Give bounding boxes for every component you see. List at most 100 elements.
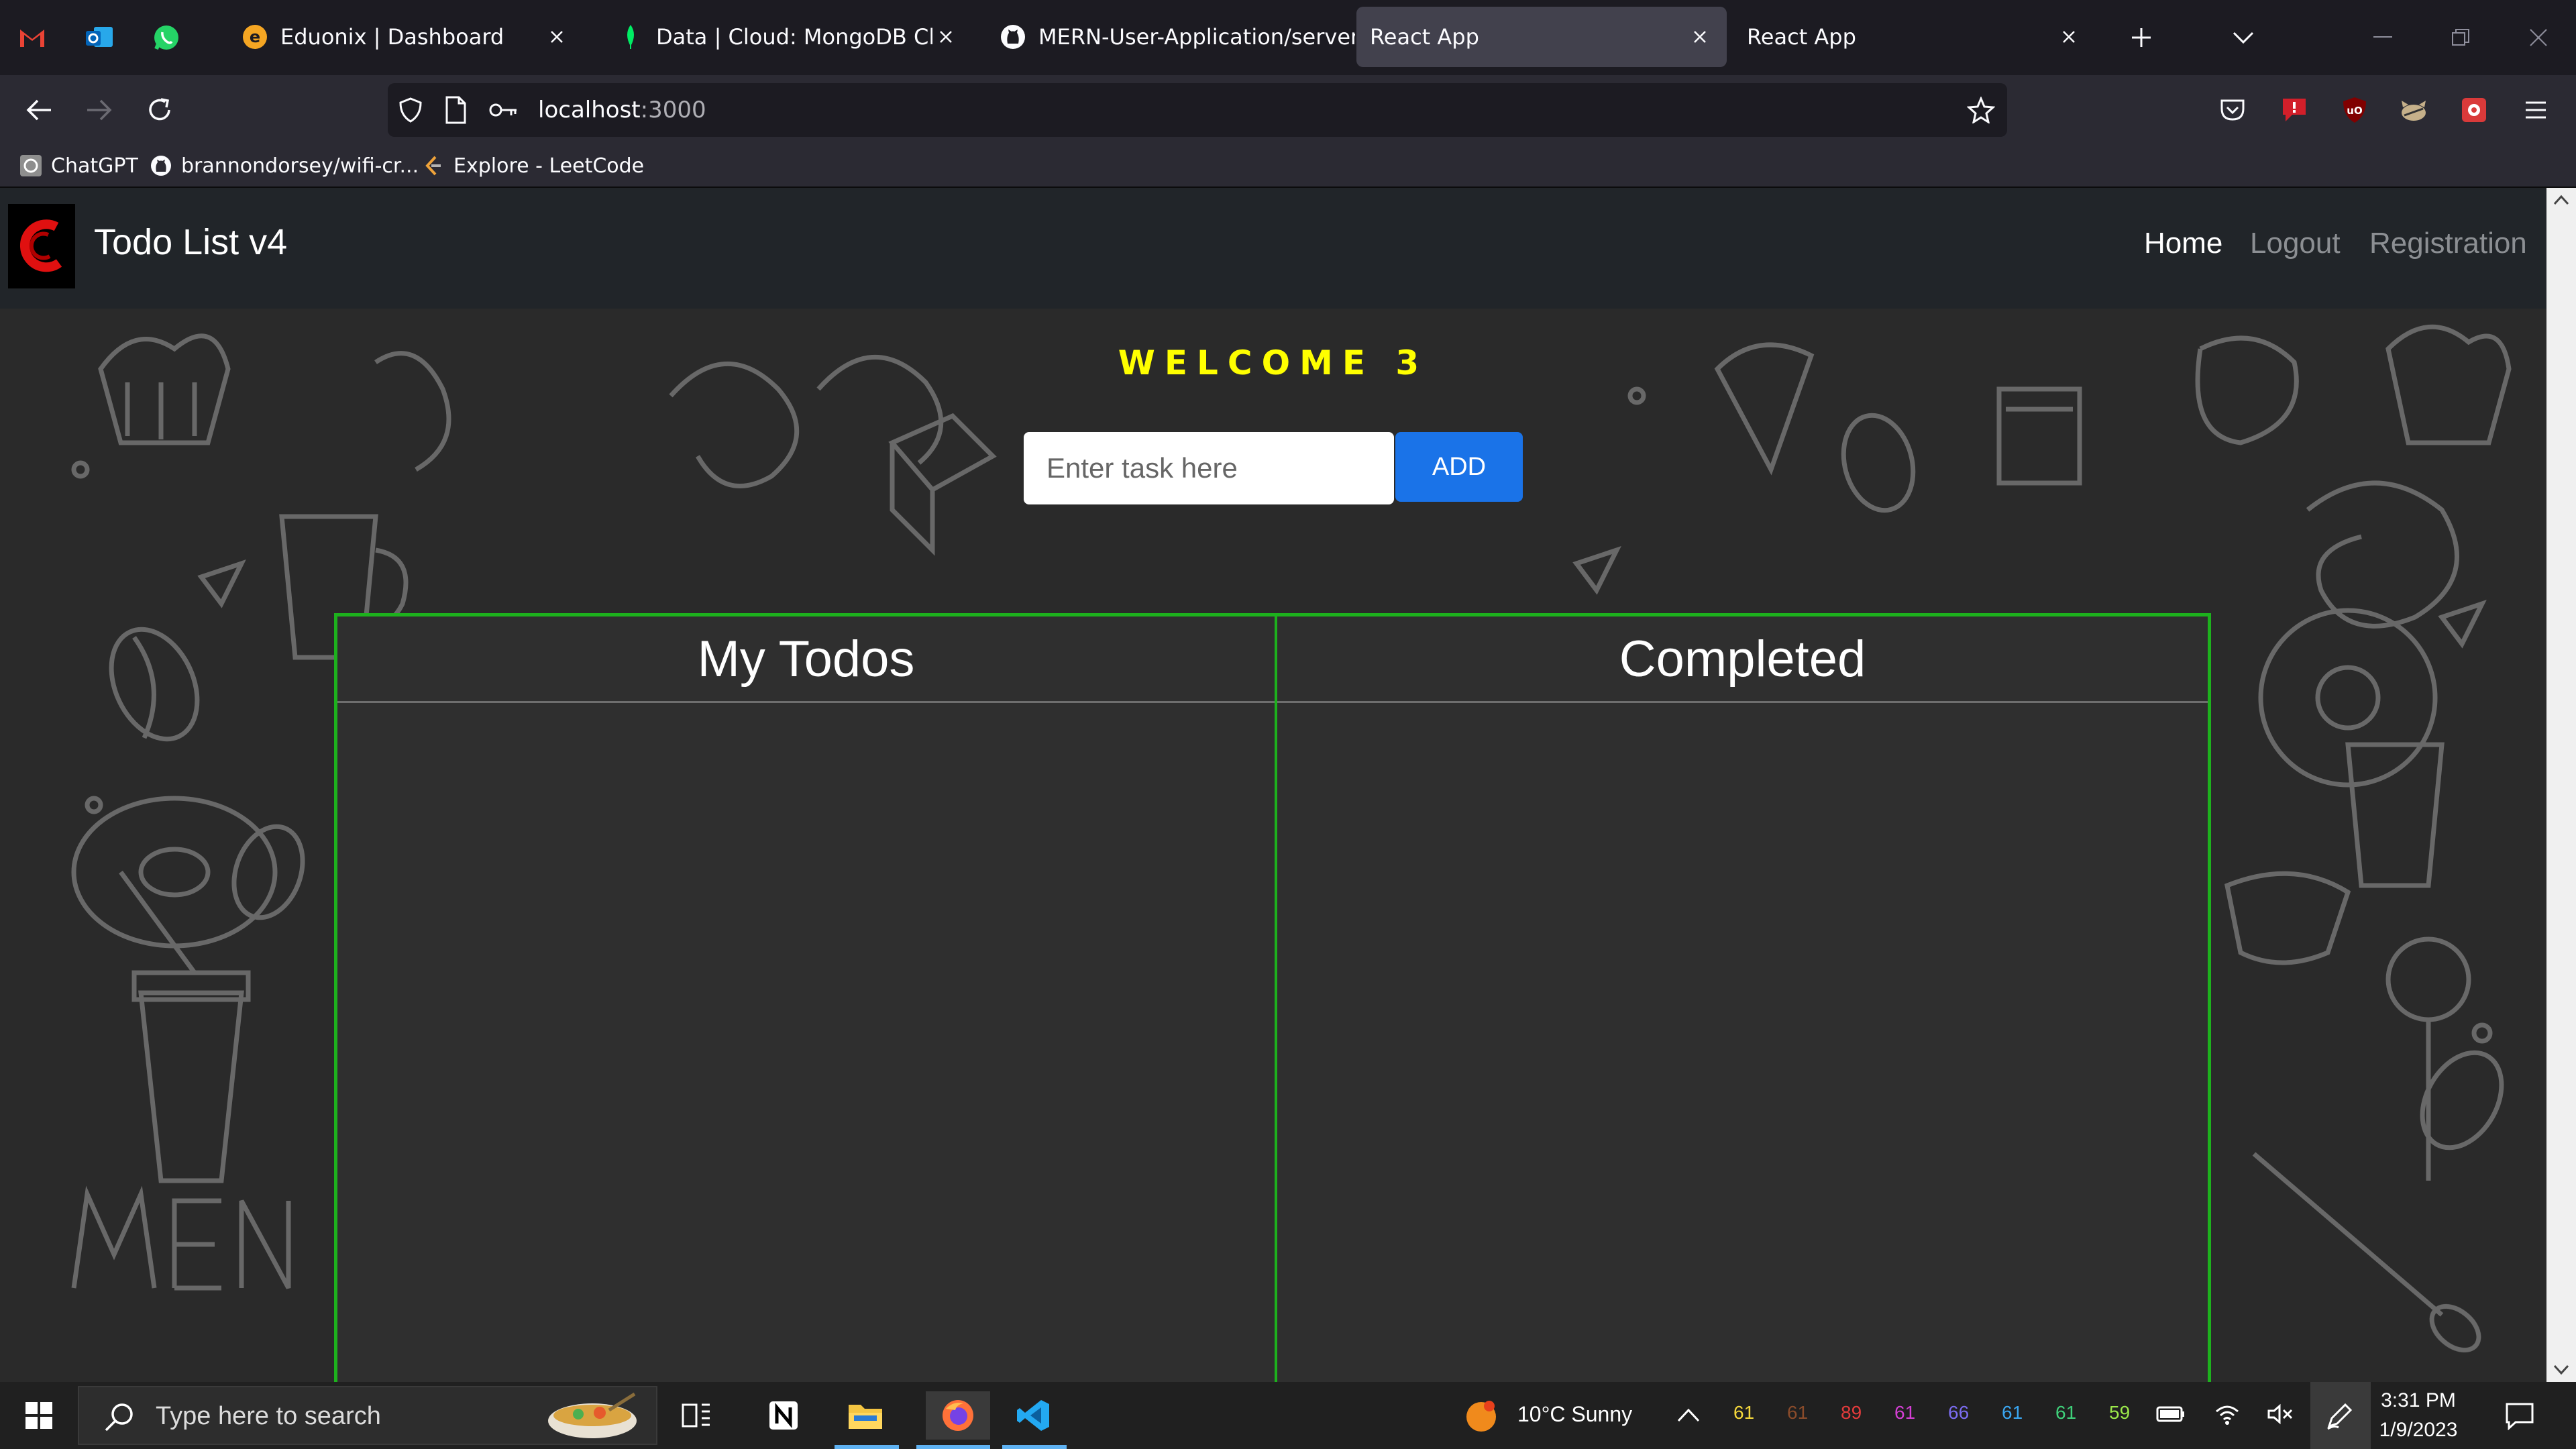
notifications-icon[interactable] [2505,1402,2534,1430]
search-placeholder: Type here to search [156,1402,381,1430]
firefox-taskbar-button[interactable] [926,1391,990,1440]
close-window-button[interactable] [2520,19,2557,56]
forward-button[interactable] [80,91,118,129]
new-tab-button[interactable] [2123,19,2160,56]
url-text: localhost:3000 [538,97,706,123]
extension-red-icon [2283,99,2306,121]
close-tab-icon[interactable] [1686,23,1713,50]
task-input[interactable] [1024,432,1394,504]
windows-logo-icon [25,1402,52,1429]
ublock-origin-icon: uO [2343,97,2366,123]
tray-number: 61 [1733,1402,1755,1423]
back-button[interactable] [20,91,58,129]
pocket-button[interactable] [2214,91,2251,129]
sunny-weather-icon [1466,1401,1496,1432]
close-tab-icon[interactable] [2055,23,2082,50]
scroll-down-icon[interactable] [2553,1364,2569,1375]
todo-board: My Todos Completed [334,613,2211,1382]
restore-button[interactable] [2442,19,2479,56]
battery-icon[interactable] [2156,1403,2186,1425]
bookmark-leetcode[interactable]: Explore - LeetCode [421,152,644,180]
chatgpt-icon [19,154,43,178]
brand-logo[interactable] [8,204,75,288]
logo-icon [20,219,62,272]
task-view-icon [682,1403,710,1428]
gmail-icon [20,30,44,47]
completed-column: Completed [1277,616,2208,1382]
notion-icon [769,1401,798,1430]
vscode-taskbar-button[interactable] [1009,1391,1057,1440]
scroll-up-icon[interactable] [2553,195,2569,205]
leetcode-icon [421,154,445,178]
extension-button[interactable] [2275,91,2313,129]
notion-taskbar-button[interactable] [759,1391,808,1440]
ublock-button[interactable]: uO [2336,91,2373,129]
add-task-button[interactable]: ADD [1395,432,1523,502]
tab-react-app-active[interactable]: React App [1356,7,1727,67]
outlook-icon [86,27,113,47]
firefox-icon [943,1400,973,1431]
tab-react-app[interactable]: React App [1733,7,2096,67]
extension-puzzle-button[interactable] [2455,91,2493,129]
close-tab-icon[interactable] [932,23,959,50]
app-navbar: Todo List v4 Home Logout Registration [0,188,2546,309]
chevron-up-icon[interactable] [1677,1407,1700,1422]
file-explorer-taskbar-button[interactable] [841,1391,890,1440]
tab-eduonix[interactable]: e Eduonix | Dashboard [221,7,584,67]
active-indicator [916,1445,990,1449]
task-view-button[interactable] [672,1391,720,1440]
back-arrow-icon [26,99,51,121]
close-tab-icon[interactable] [543,23,570,50]
nav-home-link[interactable]: Home [2144,227,2222,260]
svg-text:e: e [250,28,260,46]
bookmark-label: brannondorsey/wifi-cr... [181,154,419,178]
tray-number: 59 [2109,1402,2131,1423]
github-icon [149,154,173,178]
star-icon[interactable] [1967,97,1995,123]
start-button[interactable] [15,1391,63,1440]
nav-logout-link[interactable]: Logout [2250,227,2341,260]
page-viewport: Todo List v4 Home Logout Registration WE… [0,188,2546,1382]
tray-number: 61 [2002,1402,2023,1423]
vscode-icon [1017,1400,1049,1431]
url-host: localhost [538,97,641,123]
tab-title: MERN-User-Application/server [1038,24,1355,50]
wifi-icon[interactable] [2214,1402,2241,1426]
tray-number: 61 [2055,1402,2077,1423]
restore-icon [2452,29,2469,46]
outlook-pinned-tab[interactable] [80,19,118,56]
bookmark-chatgpt[interactable]: ChatGPT [19,152,138,180]
reload-button[interactable] [141,91,178,129]
forward-arrow-icon [87,99,112,121]
tray-number: 61 [1787,1402,1809,1423]
active-indicator [835,1445,899,1449]
search-highlight-bowl-icon [548,1392,637,1438]
page-scrollbar[interactable] [2546,188,2576,1382]
weather-text[interactable]: 10°C Sunny [1517,1402,1632,1427]
taskbar-search-box[interactable]: Type here to search [78,1386,657,1445]
tab-github[interactable]: MERN-User-Application/server [979,7,1355,67]
page-icon [445,96,466,124]
my-todos-heading: My Todos [337,616,1275,703]
minimize-icon [2373,36,2392,38]
key-icon [489,103,517,117]
bookmarks-toolbar: ChatGPT brannondorsey/wifi-cr... Explore… [0,145,2576,188]
minimize-button[interactable] [2364,19,2402,56]
plus-icon [2132,28,2151,47]
extension-cat-button[interactable] [2395,91,2432,129]
app-menu-button[interactable] [2517,91,2555,129]
nav-registration-link[interactable]: Registration [2369,227,2527,260]
svg-text:uO: uO [2347,105,2362,117]
list-all-tabs-button[interactable] [2224,19,2262,56]
speaker-muted-icon[interactable] [2267,1403,2294,1425]
tab-strip: e Eduonix | Dashboard Data | Cloud: Mong… [0,0,2576,75]
bookmark-wifi-cracking[interactable]: brannondorsey/wifi-cr... [149,152,419,180]
whatsapp-pinned-tab[interactable] [148,19,185,56]
gmail-pinned-tab[interactable] [13,19,51,56]
search-icon [105,1403,133,1432]
clock[interactable]: 3:31 PM 1/9/2023 [2361,1386,2475,1445]
brand-name[interactable]: Todo List v4 [94,221,287,263]
url-bar[interactable]: localhost:3000 [388,83,2007,137]
tab-mongodb[interactable]: Data | Cloud: MongoDB Cloud [597,7,973,67]
github-icon [998,22,1028,52]
